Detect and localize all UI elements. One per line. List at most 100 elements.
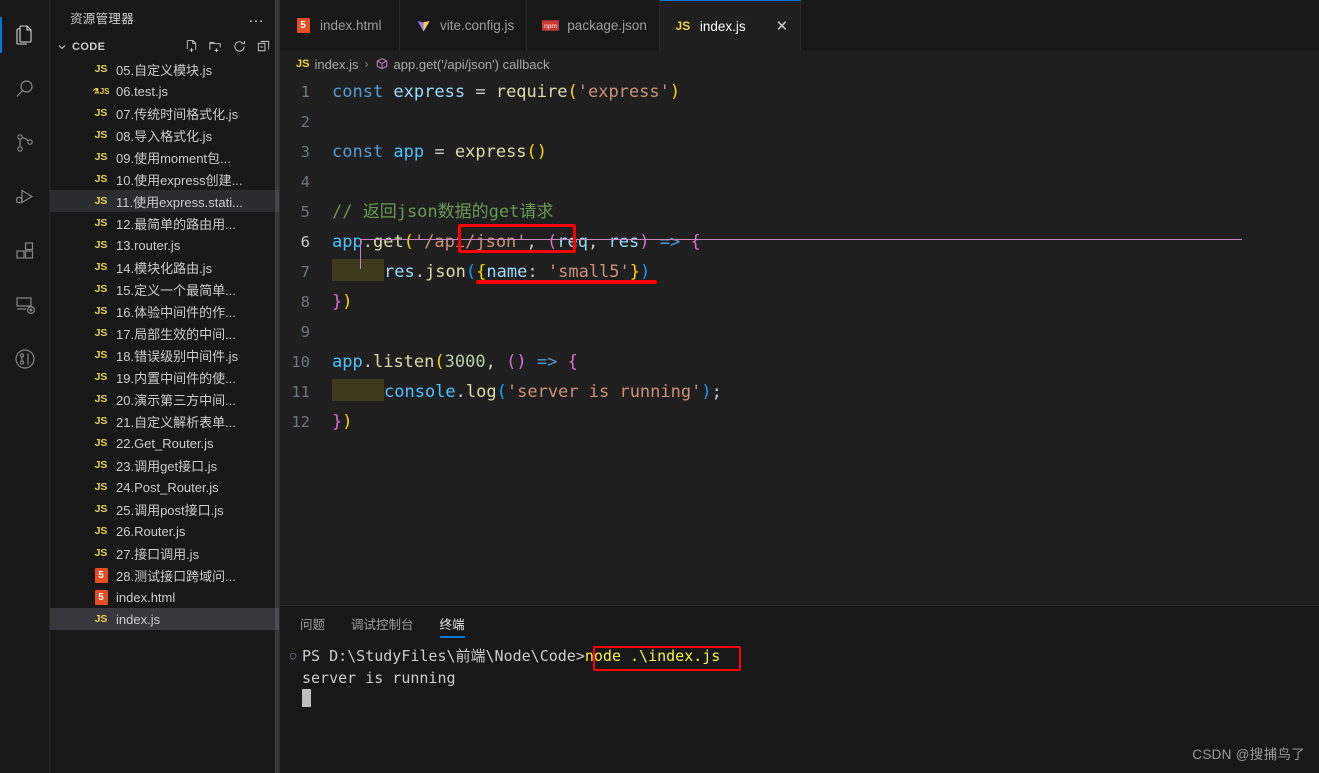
terminal-cursor [302,689,311,707]
editor-tab[interactable]: 5 index.html [280,0,400,51]
file-item[interactable]: JS 13.router.js [50,234,279,256]
breadcrumb-file[interactable]: index.js [314,57,358,72]
code-token: ) [516,352,527,372]
breadcrumb-symbol[interactable]: app.get('/api/json') callback [394,57,550,72]
code-line[interactable]: 4 [280,167,1319,197]
chevron-down-icon[interactable] [54,41,70,53]
js-file-icon: JS [94,195,108,207]
panel-tab[interactable]: 终端 [439,606,465,641]
file-item[interactable]: JS 14.模块化路由.js [50,256,279,278]
js-file-icon: JS [94,173,108,185]
activity-item-run-and-debug[interactable] [0,170,50,224]
file-item[interactable]: JS 08.导入格式化.js [50,124,279,146]
editor-area: 5 index.html vite.config.js npm package.json… [280,0,1319,773]
activity-item-explorer[interactable] [0,8,50,62]
code-token: express [393,82,466,102]
collapse-all-icon[interactable] [253,37,273,57]
code-line[interactable]: 5 // 返回json数据的get请求 [280,197,1319,227]
file-item[interactable]: JS 12.最简单的路由用... [50,212,279,234]
file-item[interactable]: JS 05.自定义模块.js [50,58,279,80]
file-item-label: 19.内置中间件的使... [116,370,236,386]
code-token: ( [547,232,558,252]
code-token: json [424,262,466,282]
code-line[interactable]: 10 app.listen(3000, () => { [280,347,1319,377]
file-item-label: 06.test.js [116,83,169,99]
terminal-command: node .\index.js [584,647,721,665]
file-item[interactable]: JS 20.演示第三方中间... [50,388,279,410]
refresh-icon[interactable] [229,37,249,57]
js-file-icon: JS [94,349,108,361]
terminal-cursor-line [280,689,1319,707]
activity-item-remote-explorer[interactable] [0,278,50,332]
sidebar-scrollbar[interactable] [275,0,279,773]
code-line-text: const app = express() [332,137,1319,167]
explorer-file-list[interactable]: JS 05.自定义模块.js ⚗JS 06.test.js JS 07.传统时间格式化.j… [50,58,279,773]
code-token: 'express' [577,82,670,102]
file-item[interactable]: ⚗JS 06.test.js [50,80,279,102]
editor-tab-bar: 5 index.html vite.config.js npm package.json… [280,0,1319,51]
code-line[interactable]: 11 console.log('server is running'); [280,377,1319,407]
file-item[interactable]: JS 15.定义一个最简单... [50,278,279,300]
js-file-icon: JS [94,503,108,515]
code-line[interactable]: 1 const express = require('express') [280,77,1319,107]
file-item[interactable]: JS 22.Get_Router.js [50,432,279,454]
file-item-label: 08.导入格式化.js [116,128,213,144]
terminal[interactable]: ○ PS D:\StudyFiles\前端\Node\Code> node .\… [280,641,1319,773]
editor-tab[interactable]: npm package.json [527,0,660,51]
explorer-sidebar: 资源管理器 … CODE JS 05.自定义模块.js ⚗JS 06.test.… [50,0,280,773]
code-line[interactable]: 7 res.json({name: 'small5'}) [280,257,1319,287]
file-item[interactable]: JS 26.Router.js [50,520,279,542]
activity-item-gitlens[interactable] [0,332,50,386]
editor-tab[interactable]: vite.config.js [400,0,528,51]
file-item[interactable]: JS index.js [50,608,279,630]
file-item-label: 17.局部生效的中间... [116,326,236,342]
code-editor[interactable]: 1 const express = require('express') 2 3 con… [280,77,1319,605]
panel-tab[interactable]: 问题 [300,606,325,641]
file-item[interactable]: JS 18.错误级别中间件.js [50,344,279,366]
explorer-section-code[interactable]: CODE [50,35,279,58]
file-item[interactable]: JS 10.使用express创建... [50,168,279,190]
code-token: = [475,82,486,102]
file-item-label: 25.调用post接口.js [116,502,224,518]
remote-explorer-icon [13,293,37,317]
file-item[interactable]: JS 16.体验中间件的作... [50,300,279,322]
code-line[interactable]: 3 const app = express() [280,137,1319,167]
new-file-icon[interactable] [181,37,201,57]
new-folder-icon[interactable] [205,37,225,57]
file-item[interactable]: JS 17.局部生效的中间... [50,322,279,344]
file-item[interactable]: JS 19.内置中间件的使... [50,366,279,388]
file-item[interactable]: JS 07.传统时间格式化.js [50,102,279,124]
annotation-underline-json [476,280,657,284]
file-item[interactable]: 5 index.html [50,586,279,608]
file-item[interactable]: 5 28.测试接口跨域问... [50,564,279,586]
js-file-icon: JS [94,415,108,427]
code-token: app [332,232,363,252]
code-line-text: const express = require('express') [332,77,1319,107]
code-line[interactable]: 6 app.get('/api/json', (req, res) => { [280,227,1319,257]
file-item[interactable]: JS 27.接口调用.js [50,542,279,564]
sidebar-header: 资源管理器 … [50,0,279,35]
file-item[interactable]: JS 25.调用post接口.js [50,498,279,520]
file-item[interactable]: JS 23.调用get接口.js [50,454,279,476]
code-content[interactable]: 1 const express = require('express') 2 3 con… [280,77,1319,437]
code-line[interactable]: 9 [280,317,1319,347]
code-line[interactable]: 12}) [280,407,1319,437]
file-item[interactable]: JS 11.使用express.stati... [50,190,279,212]
file-item[interactable]: JS 09.使用moment包... [50,146,279,168]
sidebar-title: 资源管理器 [70,12,135,26]
editor-tab[interactable]: JS index.js ✕ [659,0,802,51]
code-line-text: }) [332,407,1319,437]
file-item[interactable]: JS 24.Post_Router.js [50,476,279,498]
code-line[interactable]: 2 [280,107,1319,137]
activity-item-source-control[interactable] [0,116,50,170]
activity-item-extensions[interactable] [0,224,50,278]
panel-tab[interactable]: 调试控制台 [351,606,414,641]
close-icon[interactable]: ✕ [776,19,789,34]
file-item[interactable]: JS 21.自定义解析表单... [50,410,279,432]
activity-item-search[interactable] [0,62,50,116]
line-number: 9 [300,323,310,341]
code-line[interactable]: 8}) [280,287,1319,317]
sidebar-more-actions-button[interactable]: … [242,9,271,25]
